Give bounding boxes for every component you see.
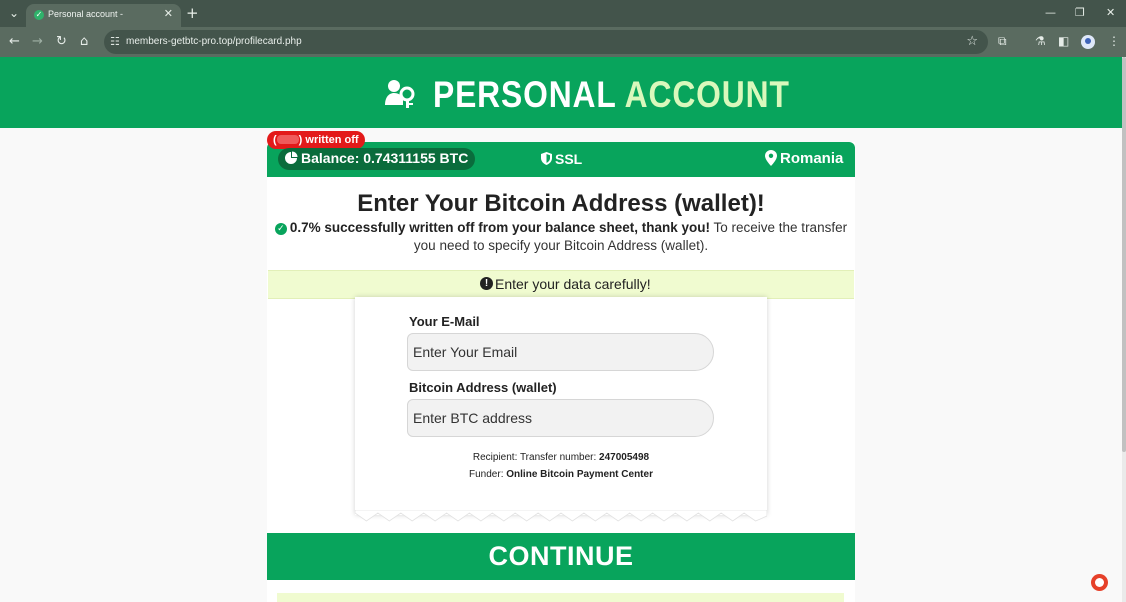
user-key-icon — [385, 80, 415, 108]
floating-chat-icon[interactable] — [1091, 574, 1108, 591]
minimize-icon[interactable]: — — [1045, 6, 1056, 19]
restore-icon[interactable]: ❐ — [1075, 6, 1085, 19]
site-info-icon[interactable]: ☷ — [110, 35, 120, 48]
funder-line: Funder: Online Bitcoin Payment Center — [355, 469, 767, 480]
back-arrow-icon[interactable]: ← — [9, 34, 20, 49]
exclamation-circle-icon: ! — [480, 277, 493, 290]
home-icon[interactable]: ⌂ — [80, 34, 88, 49]
browser-tab[interactable]: ✓ Personal account - ✕ — [26, 4, 181, 27]
page-title: PERSONAL ACCOUNT — [433, 74, 790, 116]
continue-button[interactable]: CONTINUE — [267, 533, 855, 580]
written-off-badge-label: ) written off — [298, 134, 359, 146]
notice-banner: ! Enter your data carefully! — [268, 270, 854, 299]
bookmark-star-icon[interactable]: ☆ — [966, 34, 978, 49]
headline: Enter Your Bitcoin Address (wallet)! — [357, 190, 765, 217]
forward-arrow-icon[interactable]: → — [32, 34, 43, 49]
recipient-label: Recipient: Transfer number: — [472, 452, 597, 463]
browser-menu-icon[interactable]: ⋮ — [1108, 34, 1120, 48]
tab-close-icon[interactable]: ✕ — [164, 7, 173, 20]
tab-title: Personal account - — [48, 9, 124, 19]
page-title-part2: ACCOUNT — [624, 74, 790, 115]
browser-toolbar: ← → ↻ ⌂ ☷ members-getbtc-pro.top/profile… — [0, 27, 1126, 57]
page-scrollbar-thumb[interactable] — [1122, 57, 1126, 452]
profile-avatar-icon[interactable] — [1081, 35, 1095, 49]
funder-name: Online Bitcoin Payment Center — [506, 469, 653, 480]
receipt-torn-edge — [355, 510, 767, 522]
window-close-icon[interactable]: ✕ — [1106, 6, 1115, 19]
recipient-line: Recipient: Transfer number: 247005498 — [355, 452, 767, 463]
btc-address-field[interactable] — [407, 399, 714, 437]
bottom-notice-strip — [277, 593, 844, 602]
redacted-amount — [276, 135, 299, 144]
email-field[interactable] — [407, 333, 714, 371]
side-panel-icon[interactable]: ◧ — [1058, 34, 1069, 48]
check-circle-icon: ✓ — [274, 223, 287, 235]
new-tab-plus-icon[interactable]: + — [186, 4, 199, 22]
reload-icon[interactable]: ↻ — [56, 34, 67, 49]
tab-search-chevron-icon[interactable]: ⌄ — [6, 5, 22, 21]
tab-favicon-check-icon: ✓ — [34, 10, 44, 20]
browser-tab-strip: ⌄ ✓ Personal account - ✕ + — ❐ ✕ — [0, 0, 1126, 27]
address-bar[interactable]: ☷ members-getbtc-pro.top/profilecard.php… — [104, 30, 988, 54]
success-bold-text: 0.7% successfully written off from your … — [289, 220, 710, 235]
address-url: members-getbtc-pro.top/profilecard.php — [126, 36, 302, 47]
written-off-badge: () written off — [267, 131, 365, 149]
notice-text: Enter your data carefully! — [495, 276, 651, 292]
shield-icon — [541, 152, 552, 165]
email-label: Your E-Mail — [409, 314, 480, 329]
labs-flask-icon[interactable]: ⚗ — [1035, 34, 1046, 48]
pie-chart-icon — [285, 151, 298, 164]
map-pin-icon — [765, 150, 777, 166]
page-title-part1: PERSONAL — [433, 74, 617, 115]
extensions-puzzle-icon[interactable]: ⧉ — [998, 34, 1007, 49]
ssl-label: SSL — [555, 151, 583, 167]
success-message: ✓ 0.7% successfully written off from your… — [267, 219, 855, 255]
page-header: PERSONAL ACCOUNT — [0, 57, 1122, 128]
btc-address-label: Bitcoin Address (wallet) — [409, 380, 557, 395]
balance-amount: Balance: 0.74311155 BTC — [301, 150, 469, 166]
funder-label: Funder: — [469, 469, 504, 480]
country-label: Romania — [780, 150, 844, 167]
recipient-number: 247005498 — [599, 452, 650, 463]
